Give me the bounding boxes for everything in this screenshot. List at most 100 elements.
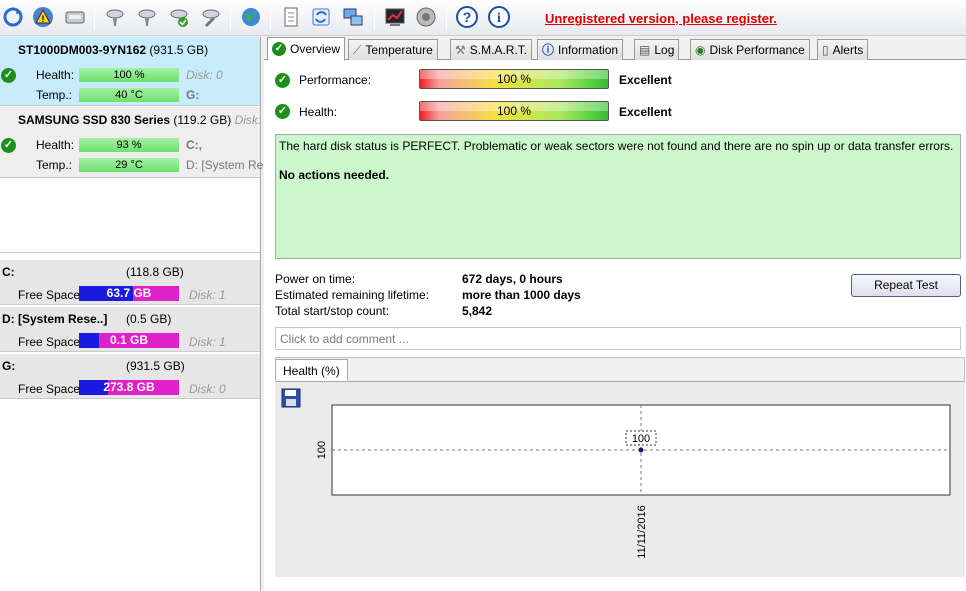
volume-name: G: [2,359,16,373]
volume-item-g[interactable]: G: (931.5 GB) Free Space 273.8 GB Disk: … [0,353,260,399]
disk-item-samsung-ssd[interactable]: SAMSUNG SSD 830 Series (119.2 GB) Disk: … [0,107,264,178]
health-label: Health: [36,68,75,82]
chart-tab-health[interactable]: Health (%) [275,359,348,381]
disk-tool-icon: ⚒ [455,42,466,57]
document-icon: ▤ [639,42,651,57]
gauge-icon: ◉ [695,42,706,57]
info-icon: ⓘ [542,42,555,57]
volume-name: D: [System Rese..] [2,312,108,326]
tab-temperature[interactable]: ⟋ Temperature [348,39,438,60]
tab-overview[interactable]: ✓ Overview [267,37,346,61]
repeat-test-button[interactable]: Repeat Test [851,274,961,297]
disk-tool-1-icon[interactable] [102,4,128,30]
check-icon: ✓ [272,42,286,56]
health-plot: 100 11/11/2016 100 [316,404,951,559]
tab-information[interactable]: ⓘ Information [537,39,624,60]
comment-input[interactable] [275,327,961,350]
volume-size: (0.5 GB) [126,312,172,326]
health-label: Health: [36,138,75,152]
tab-alerts[interactable]: ▯ Alerts [817,39,869,60]
tab-label: S.M.A.R.T. [469,42,528,57]
startstop-label: Total start/stop count: [275,304,390,318]
disk-title: SAMSUNG SSD 830 Series (119.2 GB) Disk: [18,113,261,127]
health-chart: 100 11/11/2016 100 [275,381,965,577]
refresh-icon[interactable] [0,4,26,30]
disk-tool-2-icon[interactable] [134,4,160,30]
disk-model: SAMSUNG SSD 830 Series [18,113,171,127]
free-space-value: 63.7 GB [106,286,152,300]
temp-bar: 29 °C [79,158,179,172]
tab-label: Alerts [832,42,864,57]
network-icon[interactable] [340,4,366,30]
health-value: 100 % [496,104,532,118]
volume-disk: Disk: 0 [189,382,226,396]
check-icon: ✓ [275,73,290,88]
data-point [638,447,644,453]
tab-smart[interactable]: ⚒ S.M.A.R.T. [450,39,533,60]
data-label: 100 [632,433,650,445]
status-text: The hard disk status is PERFECT. Problem… [279,139,954,153]
performance-label: Performance: [299,73,372,87]
sync-icon[interactable] [308,4,334,30]
health-rating: Excellent [619,105,672,119]
lifetime-value: more than 1000 days [462,288,581,302]
disk-list-panel: ST1000DM003-9YN162 (931.5 GB) ✓ Health: … [0,37,264,591]
tab-bar: ✓ Overview ⟋ Temperature ⚒ S.M.A.R.T. ⓘ … [264,37,966,61]
globe-icon[interactable] [238,4,264,30]
thermometer-icon: ⟋ [353,42,362,57]
disk-wrench-icon[interactable] [198,4,224,30]
volume-item-d[interactable]: D: [System Rese..] (0.5 GB) Free Space 0… [0,306,260,352]
performance-bar: 100 % [419,69,609,89]
drive-letter: D: [System Re [186,158,264,172]
free-space-label: Free Space [18,288,81,302]
check-icon: ✓ [1,68,16,83]
volume-item-c[interactable]: C: (118.8 GB) Free Space 63.7 GB Disk: 1 [0,259,260,305]
alert-icon[interactable]: ! [30,4,56,30]
disk-icon[interactable] [62,4,88,30]
chart-icon[interactable] [382,4,408,30]
performance-value: 100 % [496,72,532,86]
disk-ref: Disk: 0 [186,68,223,82]
drive-letter: C:, [186,138,202,152]
x-tick-label: 11/11/2016 [636,505,648,558]
disk-size: (931.5 GB) [149,43,209,57]
free-space-bar: 63.7 GB [79,286,179,301]
speaker-icon[interactable] [413,4,439,30]
info-icon[interactable]: i [486,4,512,30]
health-bar: 100 % [419,101,609,121]
svg-text:!: ! [42,14,45,24]
toolbar: ! ? i Unregistered version, please regis… [0,0,966,36]
volume-disk: Disk: 1 [189,288,226,302]
volume-size: (931.5 GB) [126,359,185,373]
register-link[interactable]: Unregistered version, please register. [545,11,777,26]
status-message-box: The hard disk status is PERFECT. Problem… [275,134,961,259]
health-bar: 100 % [79,68,179,82]
disk-item-st1000dm003[interactable]: ST1000DM003-9YN162 (931.5 GB) ✓ Health: … [0,37,260,106]
check-icon: ✓ [275,104,290,119]
startstop-value: 5,842 [462,304,493,318]
disk-size: (119.2 GB) [173,113,232,127]
free-space-bar: 0.1 GB [79,333,179,348]
disk-model: ST1000DM003-9YN162 [18,43,147,57]
help-icon[interactable]: ? [454,4,480,30]
disk-title: ST1000DM003-9YN162 (931.5 GB) [18,43,208,57]
tab-disk-performance[interactable]: ◉ Disk Performance [690,39,810,60]
free-space-value: 273.8 GB [103,380,155,394]
drive-letter: G: [186,88,200,102]
document-icon[interactable] [278,4,304,30]
temp-label: Temp.: [36,88,73,102]
temp-label: Temp.: [36,158,73,172]
tab-label: Log [654,42,675,57]
tab-label: Temperature [365,42,433,57]
y-tick-label: 100 [316,441,328,459]
disk-check-icon[interactable] [166,4,192,30]
status-action: No actions needed. [279,168,390,182]
divider [0,252,260,253]
tab-log[interactable]: ▤ Log [634,39,680,60]
tab-label: Information [558,42,619,57]
health-bar: 93 % [79,138,179,152]
details-panel: ✓ Overview ⟋ Temperature ⚒ S.M.A.R.T. ⓘ … [264,37,966,591]
disk-ref: Disk: [234,113,262,127]
free-space-bar: 273.8 GB [79,380,179,395]
volume-name: C: [2,265,15,279]
